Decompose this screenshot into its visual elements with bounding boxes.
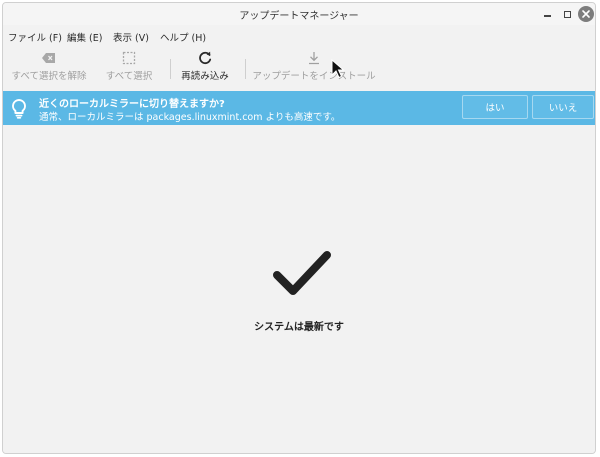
download-icon (309, 52, 319, 65)
toolbar-separator (245, 59, 246, 79)
no-button[interactable]: いいえ (532, 95, 594, 119)
menu-file[interactable]: ファイル (F) (8, 30, 62, 44)
menu-view[interactable]: 表示 (V) (113, 30, 149, 44)
info-title: 近くのローカルミラーに切り替えますか? (39, 99, 225, 110)
toolbar-separator (170, 59, 171, 79)
menu-bar: ファイル (F) 編集 (E) 表示 (V) ヘルプ (H) (3, 27, 595, 45)
title-bar: アップデートマネージャー (3, 3, 595, 25)
install-updates-button[interactable]: アップデートをインストール (252, 49, 376, 89)
window-title: アップデートマネージャー (239, 11, 359, 22)
menu-edit[interactable]: 編集 (E) (67, 30, 102, 44)
checkmark-icon (273, 251, 331, 295)
select-all-label: すべて選択 (105, 71, 153, 82)
clear-selection-button[interactable]: すべて選択を解除 (9, 49, 89, 89)
lightbulb-icon (12, 99, 26, 119)
minimize-icon (543, 15, 551, 17)
yes-button[interactable]: はい (462, 95, 528, 119)
maximize-icon (563, 10, 571, 18)
backspace-clear-icon (42, 53, 55, 63)
select-all-button[interactable]: すべて選択 (99, 49, 159, 89)
mirror-info-bar: 近くのローカルミラーに切り替えますか? 通常、ローカルミラーは packages… (3, 91, 595, 125)
clear-selection-label: すべて選択を解除 (11, 71, 87, 82)
refresh-button[interactable]: 再読み込み (177, 49, 233, 89)
close-icon (582, 10, 590, 18)
main-content: システムは最新です (3, 125, 595, 453)
select-all-icon (122, 51, 136, 65)
menu-help[interactable]: ヘルプ (H) (160, 30, 206, 44)
update-manager-window: アップデートマネージャー ファイル (F) 編集 (E) 表示 (V) ヘルプ … (2, 2, 596, 454)
toolbar: すべて選択を解除 すべて選択 再読み込み アップデートをインストール (3, 49, 595, 89)
mouse-pointer-icon (331, 59, 345, 79)
close-button[interactable] (578, 6, 594, 22)
minimize-button[interactable] (539, 6, 555, 22)
refresh-label: 再読み込み (181, 71, 229, 82)
status-message: システムは最新です (254, 322, 344, 333)
install-updates-label: アップデートをインストール (252, 71, 376, 82)
refresh-icon (199, 51, 212, 65)
info-message: 通常、ローカルミラーは packages.linuxmint.com よりも高速… (39, 112, 341, 123)
maximize-button[interactable] (559, 6, 575, 22)
